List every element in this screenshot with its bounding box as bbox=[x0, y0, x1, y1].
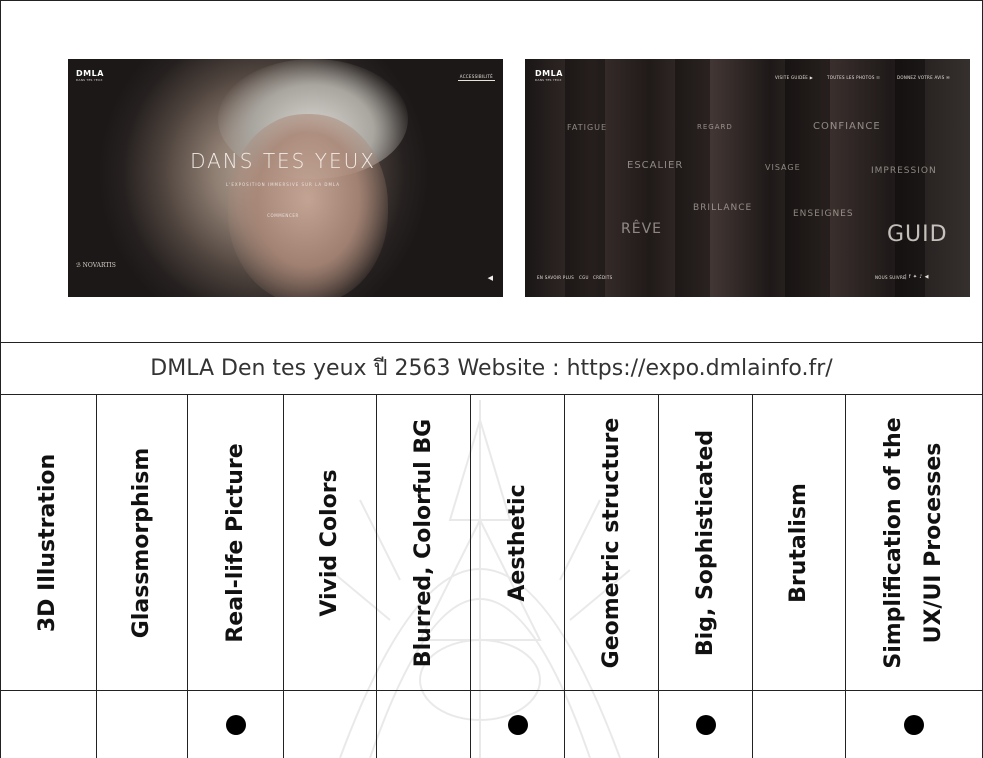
floating-word[interactable]: BRILLANCE bbox=[693, 203, 752, 213]
follow-us-label: NOUS SUIVRE bbox=[875, 275, 906, 280]
header-vivid-colors: Vivid Colors bbox=[317, 468, 342, 617]
floating-word[interactable]: FATIGUE bbox=[567, 123, 607, 132]
social-icons[interactable]: | f ✦ ♪ ◀ bbox=[905, 274, 929, 280]
check-dot-icon bbox=[904, 715, 924, 735]
background-pillar bbox=[675, 59, 710, 297]
floating-word[interactable]: ENSEIGNES bbox=[793, 209, 854, 219]
floating-word[interactable]: ESCALIER bbox=[627, 160, 683, 171]
header-brutalism: Brutalism bbox=[786, 482, 811, 603]
screenshot-brand-logo: DMLA DANS TES YEUX bbox=[76, 69, 104, 82]
floating-word[interactable]: GUID bbox=[887, 222, 948, 247]
floating-word[interactable]: IMPRESSION bbox=[871, 166, 937, 176]
sponsor-logo: ℬ NOVARTIS bbox=[76, 262, 116, 269]
floating-word[interactable]: RÊVE bbox=[621, 221, 662, 237]
check-aesthetic bbox=[471, 691, 564, 758]
website-screenshot-home: DMLA DANS TES YEUX ACCESSIBILITÉ DANS TE… bbox=[68, 59, 503, 297]
accessibility-button[interactable]: ACCESSIBILITÉ bbox=[457, 73, 495, 81]
woman-portrait bbox=[228, 114, 388, 297]
check-real-life-picture bbox=[188, 691, 283, 758]
nav-guided-tour[interactable]: VISITE GUIDÉE ▶ bbox=[775, 75, 813, 80]
hero-subtitle: L'EXPOSITION IMMERSIVE SUR LA DMLA bbox=[226, 182, 340, 187]
footer-link[interactable]: EN SAVOIR PLUS bbox=[537, 275, 574, 280]
header-big-sophisticated: Big, Sophisticated bbox=[692, 429, 718, 656]
background-pillar bbox=[785, 59, 830, 297]
header-aesthetic: Aesthetic bbox=[504, 483, 530, 602]
header-real-life-picture: Real-life Picture bbox=[222, 442, 248, 643]
nav-feedback[interactable]: DONNEZ VOTRE AVIS ✉ bbox=[897, 75, 950, 80]
website-screenshot-words: DMLA DANS TES YEUX VISITE GUIDÉE ▶ TOUTE… bbox=[525, 59, 970, 297]
figure-caption: DMLA Den tes yeux ปี 2563 Website : http… bbox=[150, 356, 833, 381]
header-3d-illustration: 3D Illustration bbox=[35, 453, 60, 632]
document-page: DMLA DANS TES YEUX ACCESSIBILITÉ DANS TE… bbox=[0, 0, 983, 758]
floating-word[interactable]: REGARD bbox=[697, 123, 733, 131]
floating-word[interactable]: CONFIANCE bbox=[813, 121, 881, 132]
footer-link[interactable]: CGU bbox=[579, 275, 589, 280]
check-big-sophisticated bbox=[659, 691, 752, 758]
header-glassmorphism: Glassmorphism bbox=[129, 447, 154, 638]
hero-title: DANS TES YEUX bbox=[190, 149, 376, 173]
nav-all-photos[interactable]: TOUTES LES PHOTOS ☷ bbox=[827, 75, 880, 80]
footer-link[interactable]: CRÉDITS bbox=[593, 275, 612, 280]
background-pillar bbox=[895, 59, 925, 297]
header-geometric-structure: Geometric structure bbox=[598, 417, 624, 668]
header-simplification-ux-ui: Simplification of the UX/UI Processes bbox=[881, 416, 946, 669]
screenshot-brand-logo: DMLA DANS TES YEUX bbox=[535, 69, 563, 82]
start-button[interactable]: COMMENCER bbox=[263, 213, 303, 218]
header-blurred-colorful-bg: Blurred, Colorful BG bbox=[410, 418, 436, 667]
check-dot-icon bbox=[507, 715, 528, 735]
check-simplification-ux-ui bbox=[846, 691, 982, 758]
check-dot-icon bbox=[225, 715, 246, 735]
check-dot-icon bbox=[695, 715, 716, 735]
speaker-icon[interactable]: ◀ bbox=[488, 274, 493, 282]
background-pillar bbox=[565, 59, 605, 297]
floating-word[interactable]: VISAGE bbox=[765, 163, 801, 172]
